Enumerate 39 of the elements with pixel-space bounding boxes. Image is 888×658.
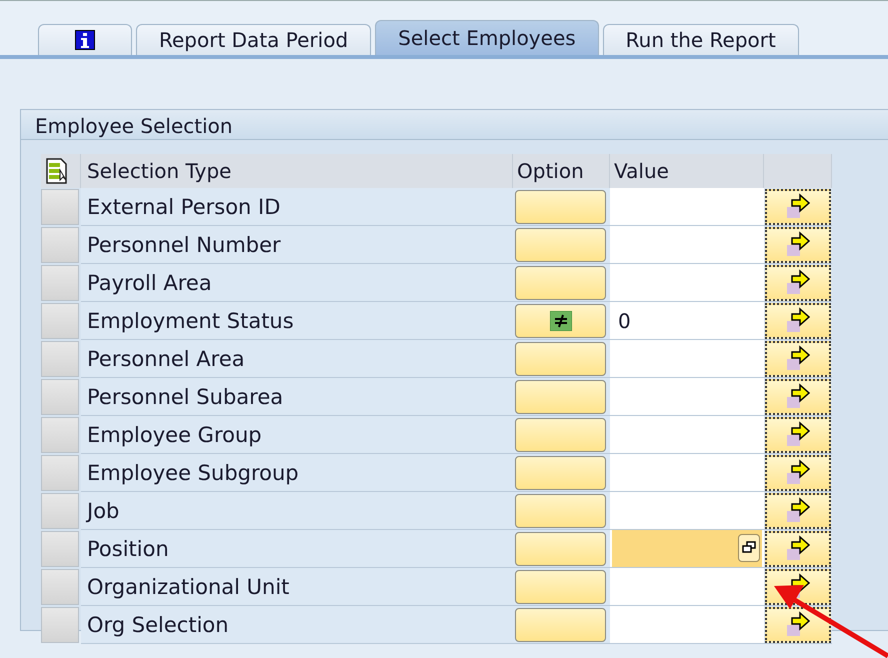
- value-help-button[interactable]: [738, 534, 760, 562]
- table-cell: Personnel Area: [81, 340, 513, 378]
- table-cell: External Person ID: [81, 188, 513, 226]
- tab[interactable]: Select Employees: [375, 20, 599, 55]
- multiple-selection-button[interactable]: [765, 264, 831, 300]
- multiple-selection-button[interactable]: [765, 492, 831, 528]
- table-cell: Employment Status: [81, 302, 513, 340]
- value-field[interactable]: 0: [610, 302, 764, 339]
- not-equal-icon: [550, 310, 572, 330]
- value-field[interactable]: [612, 530, 762, 567]
- multiple-selection-button[interactable]: [765, 340, 831, 376]
- table-cell: Employee Group: [81, 416, 513, 454]
- window-icon: [741, 541, 757, 555]
- option-button[interactable]: [515, 304, 606, 338]
- table-cell: Payroll Area: [81, 264, 513, 302]
- multiple-selection-button[interactable]: [765, 454, 831, 490]
- tab[interactable]: Report Data Period: [136, 24, 372, 55]
- table-cell: Org Selection: [81, 606, 513, 644]
- multiple-selection-button[interactable]: [765, 188, 831, 224]
- column-header: Value: [610, 154, 764, 188]
- tab[interactable]: [38, 24, 132, 55]
- table-cell: Position: [81, 530, 513, 568]
- multiple-selection-button[interactable]: [765, 606, 831, 642]
- table-cell: Job: [81, 492, 513, 530]
- multiple-selection-button[interactable]: [765, 530, 831, 566]
- column-header: Selection Type: [81, 154, 513, 188]
- panel-title: Employee Selection: [21, 110, 888, 140]
- multiple-selection-button[interactable]: [765, 226, 831, 262]
- multiple-selection-button[interactable]: [765, 378, 831, 414]
- table-cell: Personnel Number: [81, 226, 513, 264]
- info-icon: [75, 30, 95, 50]
- table-cell: Employee Subgroup: [81, 454, 513, 492]
- multiple-selection-button[interactable]: [765, 302, 831, 338]
- multiple-selection-button[interactable]: [765, 416, 831, 452]
- tab[interactable]: Run the Report: [602, 24, 799, 55]
- table-cell: Personnel Subarea: [81, 378, 513, 416]
- table-settings-icon[interactable]: [45, 158, 69, 184]
- column-header: Option: [513, 154, 610, 188]
- table-cell: Organizational Unit: [81, 568, 513, 606]
